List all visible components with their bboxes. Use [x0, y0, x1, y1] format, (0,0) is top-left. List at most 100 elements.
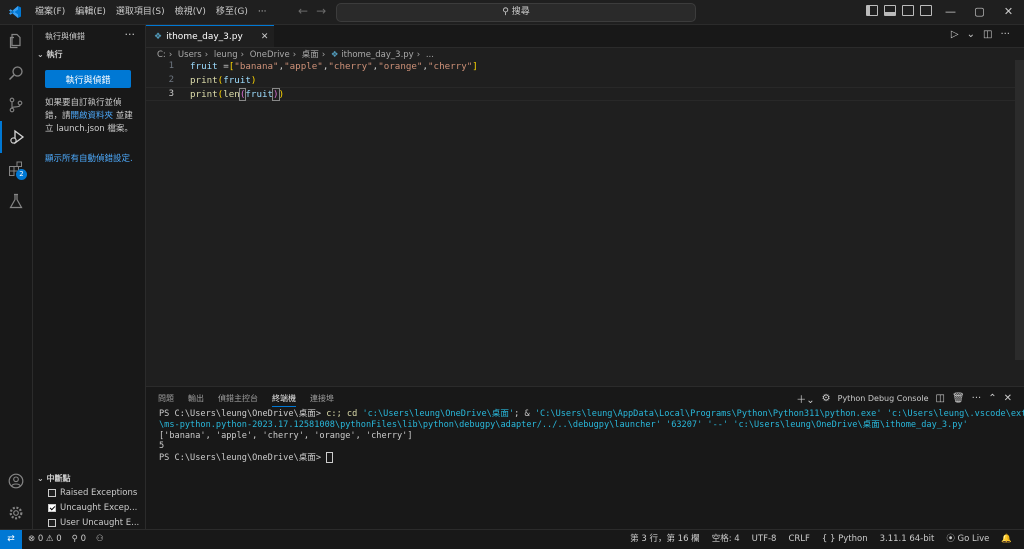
run-debug-sidebar: 執行與偵錯 ··· ⌄ 執行 執行與偵錯 如果要自訂執行並偵錯，請開啟資料夾 並…	[33, 25, 146, 529]
menu-view[interactable]: 檢視(V)	[170, 0, 211, 24]
code-text: print(fruit)	[190, 74, 257, 86]
run-python-file-icon[interactable]: ▷	[951, 29, 959, 40]
breakpoint-uncaught-exceptions[interactable]: Uncaught Excep...	[48, 503, 137, 513]
customize-layout-icon[interactable]	[920, 5, 932, 16]
kill-terminal-trash-icon[interactable]: 🗑	[952, 393, 965, 404]
editor-scrollbar[interactable]	[1015, 60, 1024, 360]
menu-selection[interactable]: 選取項目(S)	[111, 0, 170, 24]
breakpoints-section-header[interactable]: ⌄ 中斷點	[37, 473, 71, 484]
account-icon[interactable]	[0, 465, 32, 497]
settings-gear-icon[interactable]	[0, 497, 32, 529]
extensions-badge: 2	[16, 169, 27, 180]
indentation-status[interactable]: 空格: 4	[712, 530, 740, 549]
bottom-panel: 問題 輸出 偵錯主控台 終端機 連接埠 ＋⌄ ⚙ Python Debug Co…	[146, 386, 1024, 530]
breadcrumb: C: › Users › leung › OneDrive › 桌面 › ❖ ithome…	[157, 50, 434, 60]
maximize-panel-chevron-up-icon[interactable]: ⌃	[988, 393, 996, 404]
split-terminal-icon[interactable]: ◫	[936, 393, 945, 404]
sidebar-title: 執行與偵錯	[45, 32, 85, 41]
tab-output[interactable]: 輸出	[188, 393, 204, 407]
new-terminal-plus-icon[interactable]: ＋⌄	[796, 391, 814, 406]
search-view-icon[interactable]	[0, 57, 32, 89]
tab-terminal[interactable]: 終端機	[272, 393, 296, 407]
code-line-3: 3 print(len(fruit))	[146, 87, 1016, 101]
code-line-2: 2 print(fruit)	[146, 74, 1016, 88]
split-editor-icon[interactable]: ◫	[983, 29, 992, 40]
menu-more[interactable]: ···	[253, 0, 272, 24]
problems-status[interactable]: ⊗ 0 ⚠ 0	[28, 530, 62, 549]
menu-edit[interactable]: 編輯(E)	[70, 0, 111, 24]
minimize-button[interactable]: —	[936, 0, 965, 24]
encoding-status[interactable]: UTF-8	[752, 530, 777, 549]
language-mode-status[interactable]: { } Python	[822, 530, 868, 549]
checkbox[interactable]	[48, 519, 56, 527]
breadcrumb-item[interactable]: OneDrive	[250, 50, 290, 60]
forward-arrow-icon[interactable]: →	[316, 4, 326, 18]
remote-indicator[interactable]: ⇄	[0, 530, 22, 549]
python-interpreter-status[interactable]: 3.11.1 64-bit	[880, 530, 935, 549]
title-bar: 檔案(F) 編輯(E) 選取項目(S) 檢視(V) 移至(G) ··· ← → …	[0, 0, 1024, 25]
tab-label: ithome_day_3.py	[166, 31, 243, 42]
editor-actions: ▷ ⌄ ◫ ···	[951, 29, 1010, 40]
breakpoint-label: Raised Exceptions	[60, 488, 138, 498]
sidebar-more-actions[interactable]: ···	[125, 28, 136, 41]
close-tab-icon[interactable]: ✕	[261, 32, 269, 42]
menu-file[interactable]: 檔案(F)	[30, 0, 70, 24]
chevron-down-icon: ⌄	[37, 50, 47, 59]
maximize-button[interactable]: ▢	[965, 0, 994, 24]
line-number: 2	[168, 74, 174, 85]
vscode-logo-icon	[9, 6, 21, 18]
breadcrumb-item[interactable]: C:	[157, 50, 166, 60]
menu-go[interactable]: 移至(G)	[211, 0, 253, 24]
go-live-status[interactable]: ⦿ Go Live	[946, 530, 989, 549]
breakpoint-raised-exceptions[interactable]: Raised Exceptions	[48, 488, 137, 498]
breadcrumb-item[interactable]: ithome_day_3.py	[341, 50, 413, 60]
checkbox-checked[interactable]	[48, 504, 56, 512]
toggle-panel-icon[interactable]	[884, 5, 896, 16]
cursor-position-status[interactable]: 第 3 行，第 16 欄	[630, 530, 700, 549]
terminal-name-label[interactable]: Python Debug Console	[838, 394, 929, 403]
extensions-icon[interactable]: 2	[0, 153, 32, 185]
run-and-debug-button[interactable]: 執行與偵錯	[45, 70, 131, 88]
tab-debug-console[interactable]: 偵錯主控台	[218, 393, 258, 407]
close-panel-icon[interactable]: ✕	[1004, 393, 1012, 404]
tab-ports[interactable]: 連接埠	[310, 393, 334, 407]
code-editor[interactable]: 1 fruit =["banana","apple","cherry","ora…	[146, 60, 1016, 101]
breadcrumb-item[interactable]: Users	[178, 50, 202, 60]
terminal-line: PS C:\Users\leung\OneDrive\桌面> c:; cd 'c…	[159, 409, 1024, 420]
run-help-text: 如果要自訂執行並偵錯，請開啟資料夾 並建立 launch.json 檔案。	[45, 97, 135, 136]
notifications-bell-icon[interactable]: 🔔	[1001, 530, 1012, 549]
more-actions-icon[interactable]: ···	[1000, 29, 1010, 40]
explorer-icon[interactable]	[0, 25, 32, 57]
eol-status[interactable]: CRLF	[788, 530, 809, 549]
testing-flask-icon[interactable]	[0, 185, 32, 217]
terminal-command: c:; cd	[326, 409, 363, 419]
code-text: print(len(fruit))	[190, 88, 285, 101]
terminal-output[interactable]: PS C:\Users\leung\OneDrive\桌面> c:; cd 'c…	[159, 409, 1024, 464]
debug-launch-icon[interactable]: ⚇	[96, 530, 104, 549]
checkbox[interactable]	[48, 489, 56, 497]
breadcrumb-item[interactable]: ...	[426, 50, 434, 60]
breadcrumb-item[interactable]: 桌面	[302, 50, 319, 60]
toggle-secondary-sidebar-icon[interactable]	[902, 5, 914, 16]
back-arrow-icon[interactable]: ←	[298, 4, 308, 18]
terminal-op: ; &	[514, 409, 535, 419]
breakpoint-user-uncaught-exceptions[interactable]: User Uncaught E...	[48, 518, 139, 528]
run-and-debug-icon[interactable]	[0, 121, 32, 153]
go-live-label: Go Live	[957, 534, 990, 544]
run-section-header[interactable]: ⌄ 執行	[37, 49, 63, 60]
show-all-debug-configs-link[interactable]: 顯示所有自動偵錯設定.	[45, 153, 135, 166]
debug-console-icon: ⚙	[821, 393, 831, 404]
python-file-icon: ❖	[154, 31, 163, 42]
source-control-icon[interactable]	[0, 89, 32, 121]
panel-tabs: 問題 輸出 偵錯主控台 終端機 連接埠	[158, 393, 334, 407]
command-center-search[interactable]: ⚲ 搜尋	[336, 3, 696, 22]
tab-problems[interactable]: 問題	[158, 393, 174, 407]
close-window-button[interactable]: ✕	[994, 0, 1023, 24]
chevron-down-icon[interactable]: ⌄	[967, 29, 975, 40]
open-folder-link[interactable]: 開啟資料夾	[71, 111, 114, 121]
tab-ithome-day-3[interactable]: ❖ ithome_day_3.py ✕	[146, 25, 274, 47]
toggle-primary-sidebar-icon[interactable]	[866, 5, 878, 16]
breadcrumb-item[interactable]: leung	[214, 50, 238, 60]
ports-status[interactable]: ⚲ 0	[72, 530, 86, 549]
more-actions-icon[interactable]: ···	[972, 393, 982, 404]
